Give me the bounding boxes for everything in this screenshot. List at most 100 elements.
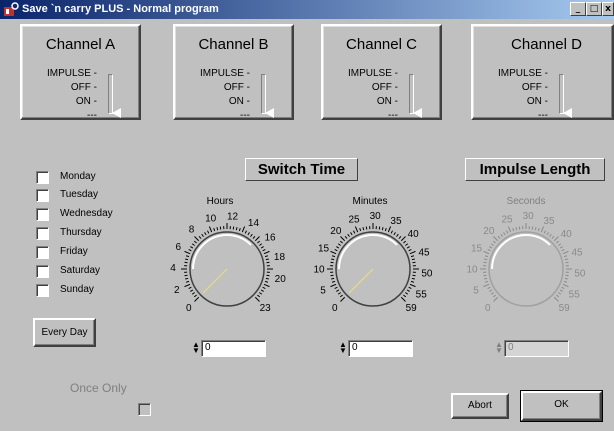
friday-checkbox[interactable]	[36, 246, 49, 259]
dash-label: ---	[87, 110, 97, 121]
thursday-checkbox[interactable]	[36, 227, 49, 240]
off-label: OFF -	[521, 82, 548, 93]
seconds-tick	[564, 277, 568, 280]
seconds-tick	[562, 283, 569, 288]
minimize-button[interactable]: _	[570, 2, 586, 16]
seconds-tick	[551, 235, 555, 239]
abort-button[interactable]: Abort	[451, 393, 509, 419]
channel-b-panel[interactable]: Channel B IMPULSE - OFF - ON - ---	[173, 24, 294, 121]
seconds-tick	[563, 280, 568, 283]
seconds-tick-label: 35	[543, 216, 555, 227]
seconds-tick	[553, 296, 559, 302]
impulse-length-header: Impulse Length	[465, 158, 605, 181]
seconds-tick	[503, 232, 506, 236]
minutes-tick-label: 5	[320, 285, 326, 296]
seconds-tick-label: 40	[561, 229, 573, 240]
title-bar[interactable]: Save `n carry PLUS - Normal program _ □ …	[0, 0, 614, 19]
hours-tick	[264, 255, 269, 258]
minutes-spinner[interactable]: ▲ ▼	[339, 341, 347, 355]
ok-button[interactable]: OK	[520, 390, 603, 422]
on-label: ON -	[228, 96, 250, 107]
channel-a-title: Channel A	[45, 36, 116, 53]
minutes-tick	[339, 294, 343, 298]
hours-tick	[260, 289, 264, 292]
hours-tick	[184, 283, 191, 288]
hours-input[interactable]: 0	[201, 340, 266, 357]
hours-tick-label: 10	[205, 214, 217, 225]
hours-tick	[265, 277, 269, 280]
channel-b-title: Channel B	[198, 36, 269, 53]
seconds-tick	[490, 292, 494, 295]
minutes-tick	[384, 227, 387, 232]
minutes-tick	[398, 235, 402, 239]
seconds-tick	[540, 226, 545, 233]
on-label: ON -	[526, 96, 548, 107]
impulse-label: IMPULSE -	[347, 68, 398, 79]
hours-tick	[259, 292, 263, 295]
channel-a-slider-thumb[interactable]	[112, 108, 121, 118]
seconds-tick-label: 59	[559, 303, 571, 314]
minutes-tick	[390, 230, 393, 234]
sunday-checkbox[interactable]	[36, 284, 49, 297]
minutes-tick-label: 15	[318, 243, 330, 254]
seconds-tick	[534, 227, 537, 231]
minutes-tick	[354, 226, 359, 233]
hours-tick	[264, 280, 269, 283]
hours-tick-label: 16	[264, 232, 276, 243]
impulse-label: IMPULSE -	[199, 68, 250, 79]
channel-d-slider-thumb[interactable]	[563, 108, 572, 118]
hours-tick	[260, 246, 264, 249]
hours-tick	[191, 292, 195, 295]
minutes-tick-label: 55	[416, 289, 428, 300]
hours-tick	[213, 227, 216, 232]
app-icon	[4, 2, 19, 16]
hours-tick	[193, 294, 197, 298]
tuesday-checkbox[interactable]	[36, 189, 49, 202]
minutes-tick	[400, 236, 406, 242]
channel-c-panel[interactable]: Channel C IMPULSE - OFF - ON - ---	[321, 24, 442, 121]
minutes-tick	[403, 240, 407, 244]
on-label: ON -	[376, 96, 398, 107]
seconds-tick	[556, 294, 560, 298]
monday-checkbox[interactable]	[36, 171, 49, 184]
seconds-tick	[558, 243, 562, 246]
close-button[interactable]: x	[602, 2, 614, 16]
seconds-tick-label: 45	[571, 247, 583, 258]
channel-d-panel[interactable]: Channel D IMPULSE - OFF - ON - ---	[471, 24, 614, 121]
minutes-dial[interactable]: 05 10 1520 25 30 35 40 45 50 55 59	[311, 205, 436, 330]
window-title: Save `n carry PLUS - Normal program	[22, 3, 219, 15]
seconds-tick	[487, 286, 491, 289]
minutes-input[interactable]: 0	[348, 340, 413, 357]
minutes-tick-label: 20	[330, 226, 342, 237]
seconds-tick	[484, 277, 488, 280]
seconds-tick	[553, 236, 559, 242]
channel-a-panel[interactable]: Channel A IMPULSE - OFF - ON - ---	[20, 24, 141, 121]
hours-tick-label: 4	[170, 263, 176, 274]
minutes-tick	[403, 294, 407, 298]
channel-b-slider-thumb[interactable]	[265, 108, 274, 118]
minutes-tick	[362, 227, 365, 231]
hours-tick	[198, 235, 202, 239]
minutes-tick	[410, 280, 415, 283]
hours-dial[interactable]: 02 4 68 10 12 14 16 18 20 23	[165, 205, 290, 330]
wednesday-checkbox[interactable]	[36, 208, 49, 221]
minutes-tick-label: 25	[348, 214, 360, 225]
minutes-tick-label: 45	[418, 247, 430, 258]
seconds-tick	[490, 243, 494, 246]
minutes-tick	[334, 286, 338, 289]
seconds-tick	[543, 230, 546, 234]
maximize-button[interactable]: □	[586, 2, 602, 16]
hours-tick	[188, 249, 192, 252]
channel-c-slider-thumb[interactable]	[413, 108, 422, 118]
minutes-tick	[334, 249, 338, 252]
minutes-tick	[337, 243, 341, 246]
seconds-input: 0	[504, 340, 569, 357]
every-day-button[interactable]: Every Day	[33, 318, 96, 347]
hours-spinner[interactable]: ▲ ▼	[192, 341, 200, 355]
minutes-tick	[405, 292, 409, 295]
hours-tick-label: 14	[248, 218, 260, 229]
seconds-tick	[492, 294, 496, 298]
minutes-tick-label: 59	[406, 303, 418, 314]
seconds-tick	[493, 236, 499, 242]
saturday-checkbox[interactable]	[36, 265, 49, 278]
